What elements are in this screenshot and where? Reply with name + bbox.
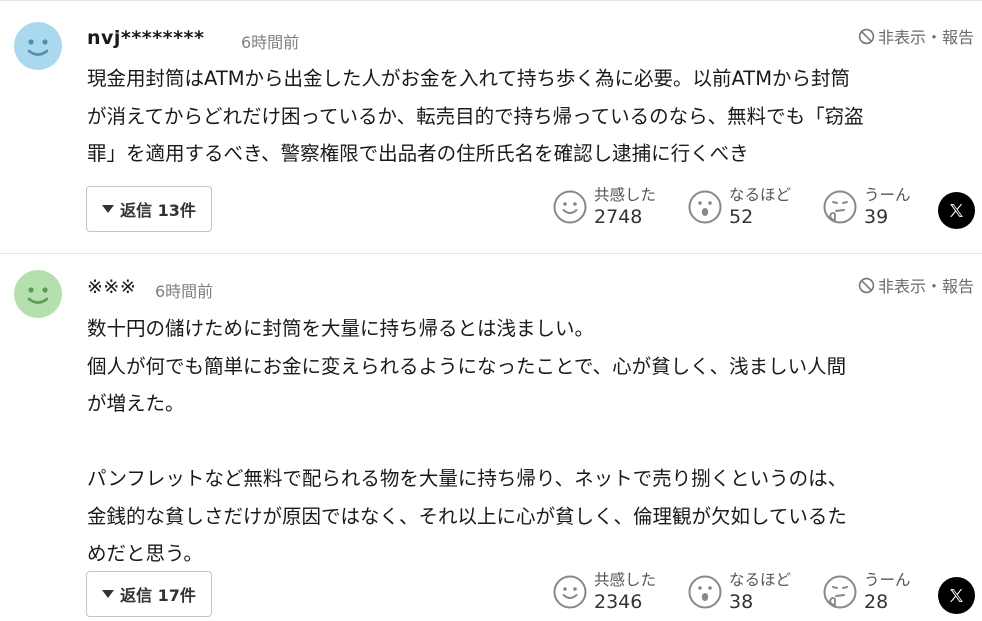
avatar-icon[interactable] xyxy=(14,270,62,318)
timestamp: 6時間前 xyxy=(155,282,214,301)
reply-count-label: 返信 13件 xyxy=(120,201,196,220)
surprised-icon xyxy=(688,575,722,609)
smile-icon xyxy=(553,190,587,224)
reaction-label: 共感した xyxy=(594,571,657,589)
reaction-label: うーん xyxy=(864,186,911,204)
comment-divider xyxy=(0,253,982,254)
reaction-label: うーん xyxy=(864,571,911,589)
reaction-uun-button[interactable]: うーん 39 xyxy=(823,185,911,229)
comment-body: 現金用封筒はATMから出金した人がお金を入れて持ち歩く為に必要。以前ATMから封… xyxy=(87,67,864,165)
comment-body: 数十円の儲けために封筒を大量に持ち帰るとは浅ましい。 個人が何でも簡単にお金に変… xyxy=(87,317,848,565)
caret-down-icon xyxy=(102,205,115,213)
reaction-uun-button[interactable]: うーん 28 xyxy=(823,570,911,614)
hide-report-link[interactable]: 非表示・報告 xyxy=(858,24,974,48)
reaction-count: 2748 xyxy=(594,206,643,228)
reaction-empathy-button[interactable]: 共感した 2346 xyxy=(553,570,656,614)
username[interactable]: nvj******** xyxy=(87,27,204,49)
username[interactable]: ※※※ xyxy=(87,276,136,298)
top-divider xyxy=(0,0,982,5)
reply-count-label: 返信 17件 xyxy=(120,586,196,605)
share-x-button[interactable] xyxy=(938,577,975,614)
hide-report-label: 非表示・報告 xyxy=(877,277,974,296)
avatar-icon[interactable] xyxy=(14,22,62,70)
reaction-naruhodo-button[interactable]: なるほど 52 xyxy=(688,185,791,229)
surprised-icon xyxy=(688,190,722,224)
reply-toggle-button[interactable]: 返信 13件 xyxy=(86,186,212,232)
hide-report-label: 非表示・報告 xyxy=(877,28,974,47)
prohibit-icon xyxy=(858,277,875,293)
reply-toggle-button[interactable]: 返信 17件 xyxy=(86,571,212,617)
x-logo-icon xyxy=(950,204,963,217)
reaction-count: 28 xyxy=(864,591,889,613)
reaction-label: 共感した xyxy=(594,186,657,204)
hide-report-link[interactable]: 非表示・報告 xyxy=(858,273,974,297)
reaction-label: なるほど xyxy=(729,186,792,204)
thinking-icon xyxy=(823,190,857,224)
reaction-count: 2346 xyxy=(594,591,643,613)
reaction-count: 39 xyxy=(864,206,889,228)
reaction-count: 52 xyxy=(729,206,754,228)
timestamp: 6時間前 xyxy=(241,33,300,52)
reaction-naruhodo-button[interactable]: なるほど 38 xyxy=(688,570,791,614)
prohibit-icon xyxy=(858,28,875,44)
x-logo-icon xyxy=(950,589,963,602)
reaction-count: 38 xyxy=(729,591,754,613)
caret-down-icon xyxy=(102,590,115,598)
reaction-label: なるほど xyxy=(729,571,792,589)
smile-icon xyxy=(553,575,587,609)
reaction-empathy-button[interactable]: 共感した 2748 xyxy=(553,185,656,229)
thinking-icon xyxy=(823,575,857,609)
share-x-button[interactable] xyxy=(938,192,975,229)
